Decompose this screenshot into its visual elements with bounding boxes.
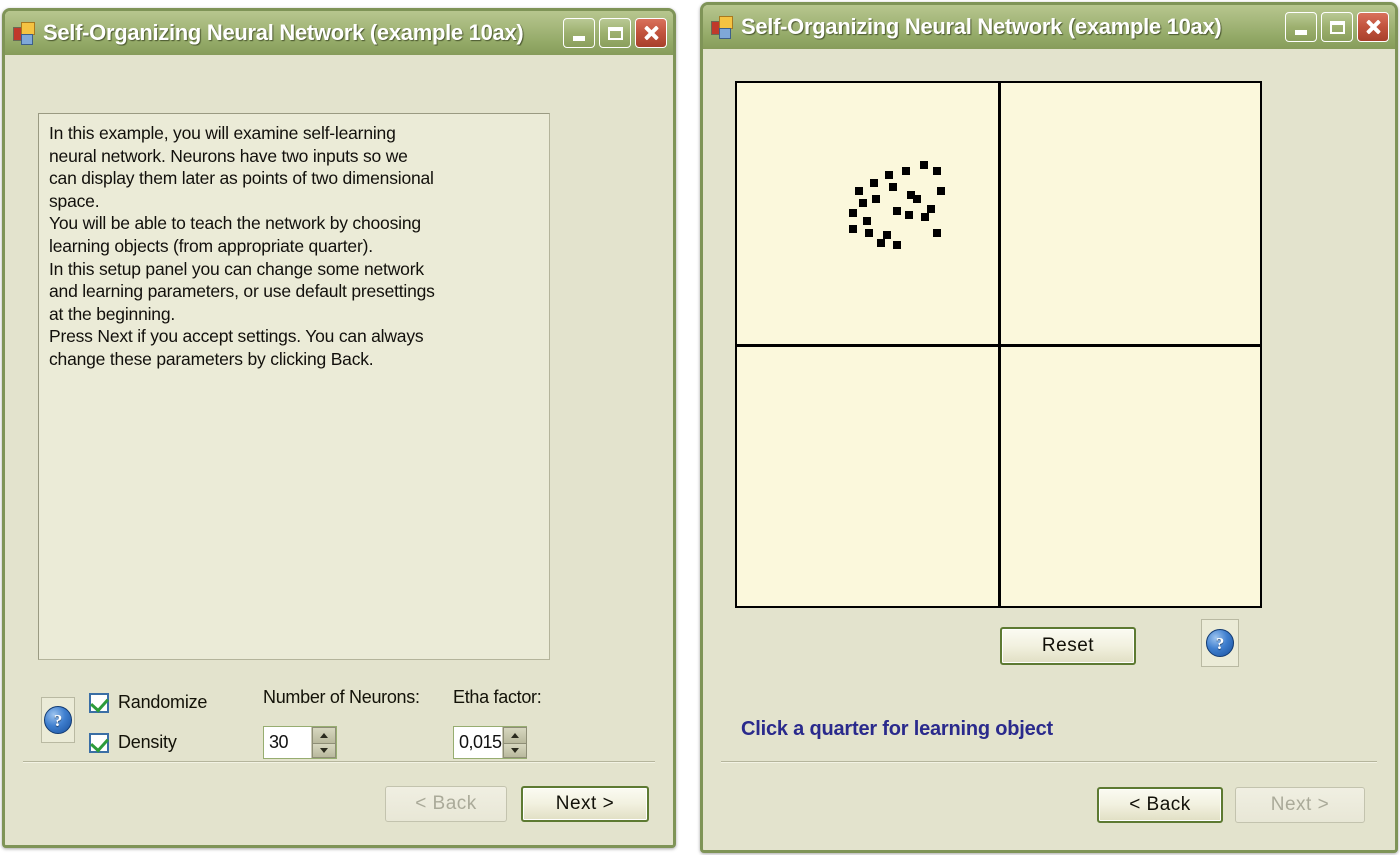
maximize-icon[interactable] (1321, 12, 1353, 42)
checkbox-randomize[interactable]: Randomize (89, 692, 207, 713)
help-button[interactable]: ? (41, 697, 75, 743)
learning-object-dot (865, 229, 873, 237)
learning-object-dot (893, 207, 901, 215)
field-etha-factor: Etha factor: 0,015 (453, 687, 542, 759)
help-icon: ? (44, 706, 72, 734)
next-button[interactable]: Next > (521, 786, 649, 822)
description-text: In this example, you will examine self-l… (49, 123, 435, 369)
settings-area: ? Randomize Density Number of Neurons: 3… (5, 667, 673, 763)
spin-up-icon[interactable] (312, 727, 336, 743)
learning-object-dot (893, 241, 901, 249)
learning-object-dot (872, 195, 880, 203)
number-of-neurons-value[interactable]: 30 (264, 727, 311, 758)
left-window-titlebar[interactable]: Self-Organizing Neural Network (example … (5, 11, 673, 55)
quadrant-divider-horizontal (737, 343, 1260, 347)
learning-object-dot (870, 179, 878, 187)
learning-object-dot (937, 187, 945, 195)
help-button[interactable]: ? (1201, 619, 1239, 667)
right-window-title: Self-Organizing Neural Network (example … (741, 14, 1222, 39)
spin-down-icon[interactable] (502, 742, 527, 758)
spin-up-icon[interactable] (502, 727, 527, 743)
back-button[interactable]: < Back (385, 786, 507, 822)
left-window: Self-Organizing Neural Network (example … (2, 8, 676, 848)
etha-factor-value[interactable]: 0,015 (454, 727, 502, 758)
learning-object-dot (933, 229, 941, 237)
learning-object-dot (859, 199, 867, 207)
learning-canvas[interactable] (735, 81, 1262, 608)
vb-squares-icon (711, 16, 733, 39)
left-window-client: In this example, you will examine self-l… (5, 55, 673, 845)
number-of-neurons-label: Number of Neurons: (263, 687, 420, 707)
left-window-title: Self-Organizing Neural Network (example … (43, 20, 524, 45)
close-icon[interactable] (1357, 12, 1389, 42)
learning-object-dot (905, 211, 913, 219)
learning-object-dot (920, 161, 928, 169)
checkbox-randomize-label: Randomize (118, 692, 208, 712)
right-window-controls (1285, 12, 1389, 42)
etha-factor-label: Etha factor: (453, 687, 542, 707)
footer-separator (23, 761, 655, 763)
minimize-icon[interactable] (563, 18, 595, 48)
minimize-icon[interactable] (1285, 12, 1317, 42)
learning-object-dot (849, 209, 857, 217)
checkbox-density-label: Density (118, 732, 177, 752)
close-icon[interactable] (635, 18, 667, 48)
learning-object-dot (883, 231, 891, 239)
number-of-neurons-spin-buttons (311, 727, 336, 758)
checkbox-density-box[interactable] (89, 732, 109, 753)
hint-text: Click a quarter for learning object (741, 718, 1053, 740)
etha-factor-spin-buttons (501, 727, 527, 758)
right-window: Self-Organizing Neural Network (example … (700, 2, 1398, 853)
learning-object-dot (849, 225, 857, 233)
maximize-icon[interactable] (599, 18, 631, 48)
learning-object-dot (877, 239, 885, 247)
right-window-titlebar[interactable]: Self-Organizing Neural Network (example … (703, 5, 1395, 49)
field-number-of-neurons: Number of Neurons: 30 (263, 687, 420, 759)
reset-button[interactable]: Reset (1000, 627, 1136, 665)
learning-object-dot (933, 167, 941, 175)
check-tick-icon (90, 692, 109, 713)
spin-down-icon[interactable] (312, 742, 336, 758)
learning-object-dot (855, 187, 863, 195)
check-tick-icon (90, 732, 109, 753)
learning-object-dot (913, 195, 921, 203)
etha-factor-stepper[interactable]: 0,015 (453, 726, 527, 759)
next-button[interactable]: Next > (1235, 787, 1365, 823)
learning-object-dot (885, 171, 893, 179)
back-button[interactable]: < Back (1097, 787, 1223, 823)
number-of-neurons-stepper[interactable]: 30 (263, 726, 337, 759)
description-panel: In this example, you will examine self-l… (38, 113, 550, 660)
learning-object-dot (927, 205, 935, 213)
learning-object-dot (863, 217, 871, 225)
reset-button-wrap: Reset (1000, 627, 1136, 665)
footer-separator (721, 761, 1377, 763)
right-window-client: Reset ? Click a quarter for learning obj… (703, 49, 1395, 850)
checkbox-randomize-box[interactable] (89, 692, 109, 713)
left-window-controls (563, 18, 667, 48)
vb-squares-icon (13, 22, 35, 45)
learning-object-dot (889, 183, 897, 191)
checkbox-density[interactable]: Density (89, 732, 177, 753)
learning-object-dot (902, 167, 910, 175)
help-icon: ? (1206, 629, 1234, 657)
learning-object-dot (921, 213, 929, 221)
